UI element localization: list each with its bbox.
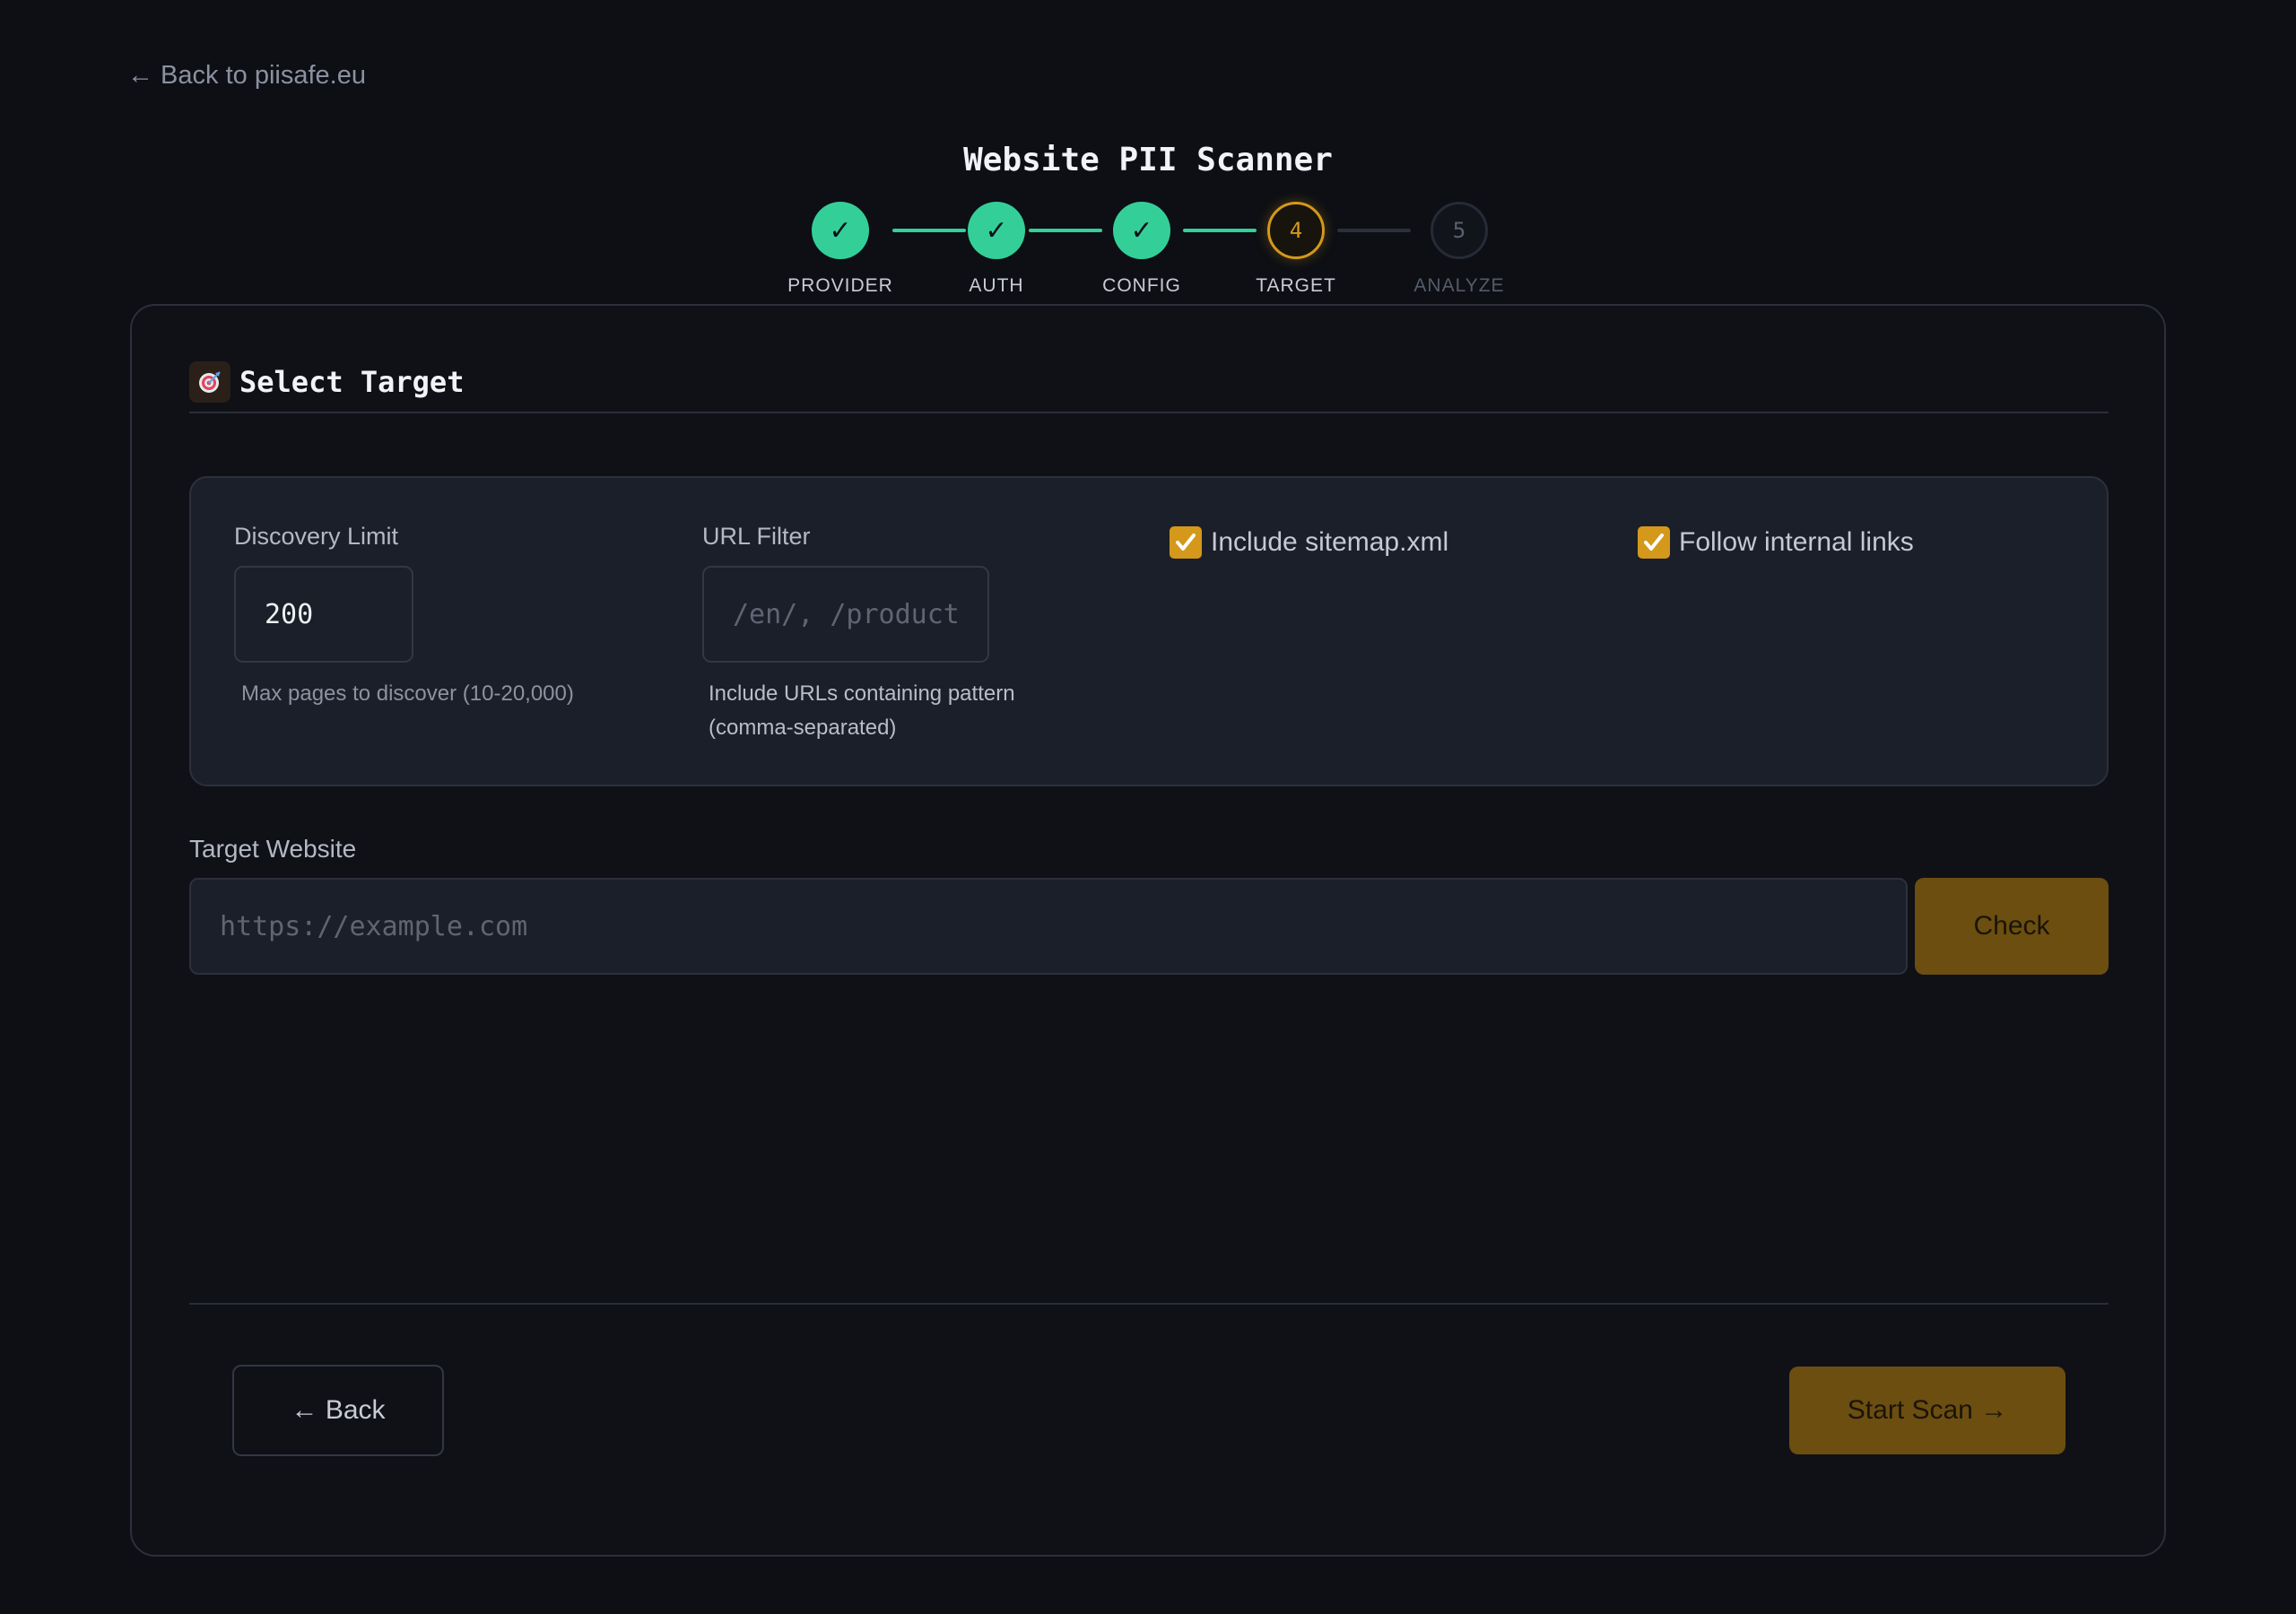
- checkmark-icon: [1176, 534, 1196, 551]
- target-card: Select Target Discovery Limit 200 Max pa…: [130, 304, 2166, 1557]
- section-header: Select Target: [189, 361, 2109, 413]
- url-filter-label: URL Filter: [702, 523, 811, 550]
- include-sitemap-checkbox[interactable]: [1170, 526, 1202, 559]
- step-label: PROVIDER: [787, 275, 893, 296]
- discovery-limit-label: Discovery Limit: [234, 523, 399, 550]
- follow-links-option[interactable]: Follow internal links: [1638, 526, 1914, 559]
- target-url-input[interactable]: https://example.com: [189, 878, 1908, 975]
- progress-stepper: ✓ PROVIDER ✓ AUTH ✓ CONFIG 4 TARGET 5 AN…: [0, 0, 2296, 296]
- step-config: ✓ CONFIG: [1052, 202, 1231, 297]
- discovery-limit-help: Max pages to discover (10-20,000): [241, 681, 574, 706]
- step-analyze: 5 ANALYZE: [1370, 202, 1549, 297]
- step-provider: ✓ PROVIDER: [751, 202, 930, 297]
- check-icon: ✓: [812, 202, 869, 259]
- target-icon: [189, 361, 230, 403]
- check-icon: ✓: [968, 202, 1025, 259]
- start-scan-button[interactable]: Start Scan →: [1789, 1367, 2066, 1454]
- url-filter-help-line: (comma-separated): [709, 716, 897, 740]
- url-filter-help: Include URLs containing pattern (comma-s…: [709, 677, 1015, 745]
- include-sitemap-option[interactable]: Include sitemap.xml: [1170, 526, 1448, 559]
- follow-links-label: Follow internal links: [1679, 527, 1914, 557]
- back-button[interactable]: ← Back: [232, 1365, 444, 1456]
- step-target: 4 TARGET: [1206, 202, 1386, 297]
- step-label: CONFIG: [1102, 275, 1181, 296]
- target-website-label: Target Website: [189, 835, 357, 863]
- checkmark-icon: [1644, 534, 1664, 551]
- step-number: 5: [1431, 202, 1488, 259]
- step-label: ANALYZE: [1413, 275, 1505, 296]
- step-number: 4: [1267, 202, 1325, 259]
- section-title: Select Target: [239, 365, 465, 399]
- discovery-options-panel: Discovery Limit 200 Max pages to discove…: [189, 476, 2109, 786]
- include-sitemap-label: Include sitemap.xml: [1211, 527, 1449, 557]
- check-icon: ✓: [1113, 202, 1170, 259]
- url-filter-help-line: Include URLs containing pattern: [709, 681, 1015, 706]
- follow-links-checkbox[interactable]: [1638, 526, 1670, 559]
- footer-divider: [189, 1303, 2109, 1305]
- url-filter-input[interactable]: /en/, /product: [702, 566, 989, 663]
- discovery-limit-input[interactable]: 200: [234, 566, 413, 663]
- step-label: TARGET: [1256, 275, 1336, 296]
- check-button[interactable]: Check: [1915, 878, 2109, 975]
